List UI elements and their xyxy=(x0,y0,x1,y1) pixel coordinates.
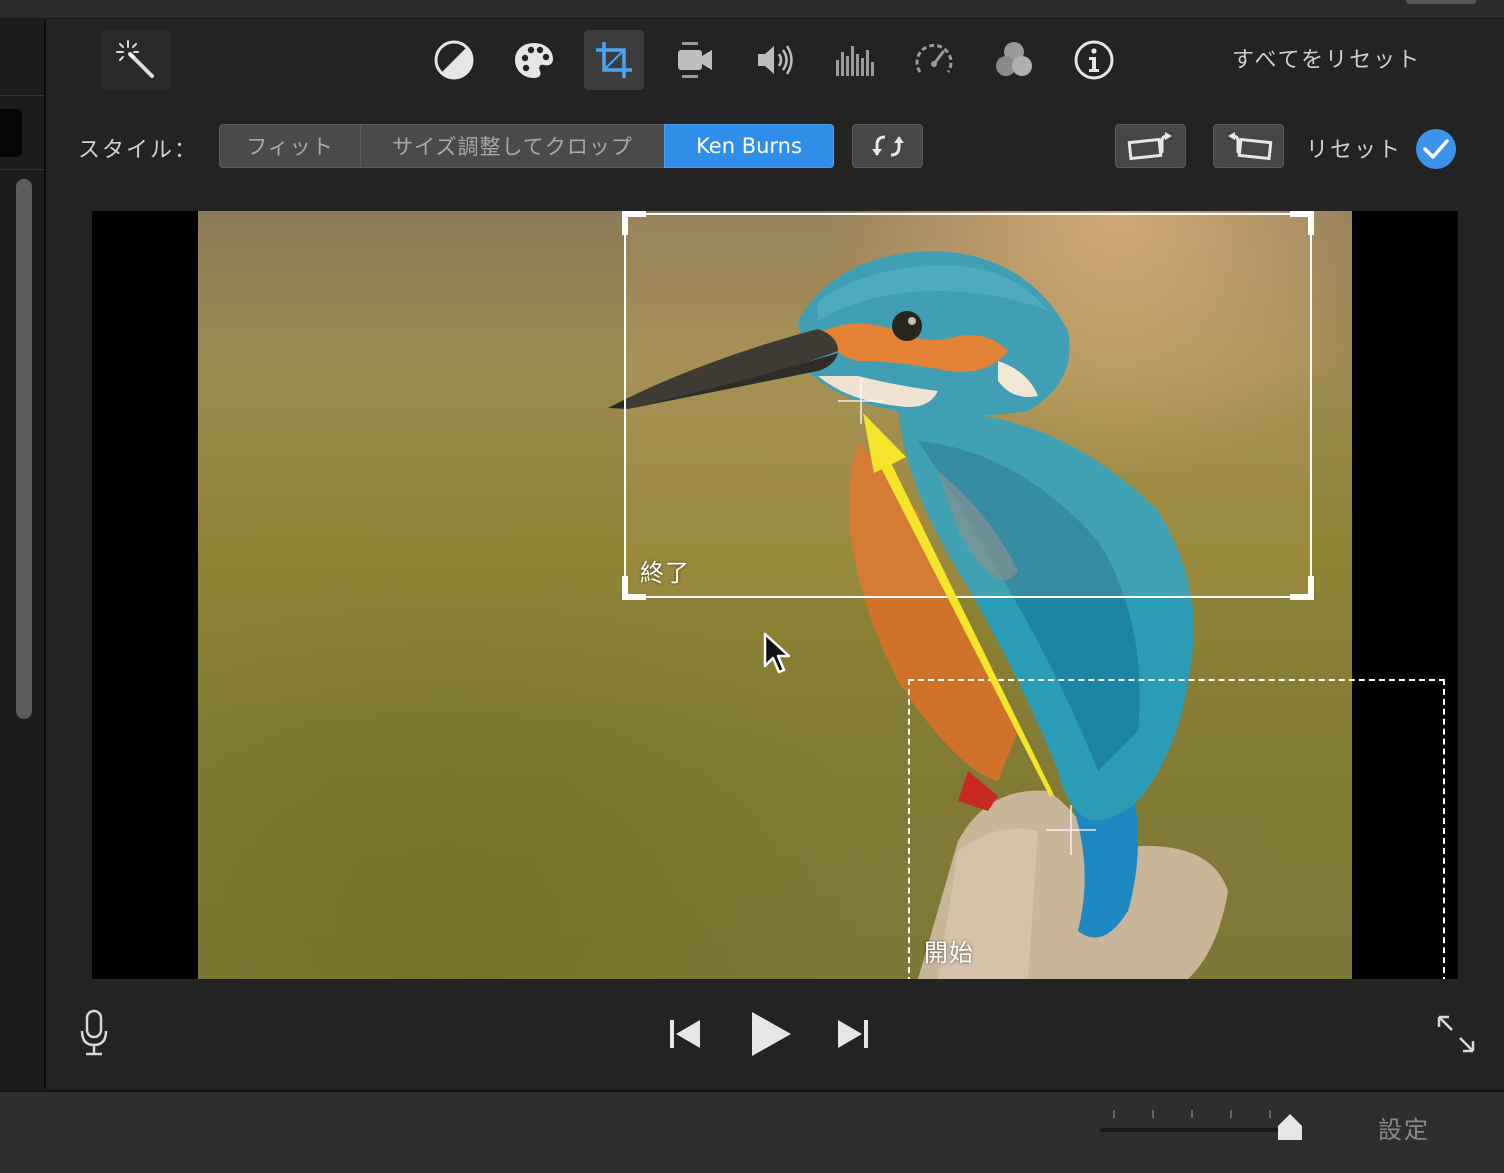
rotate-clockwise-icon xyxy=(1127,132,1172,161)
voiceover-button[interactable] xyxy=(74,1008,114,1058)
sidebar-selected-block[interactable] xyxy=(0,109,22,157)
sidebar-divider xyxy=(0,95,44,96)
play-icon xyxy=(752,1012,791,1056)
video-filter-button[interactable] xyxy=(984,30,1044,90)
microphone-icon xyxy=(80,1009,108,1056)
end-frame-handle-top-left[interactable] xyxy=(622,211,646,235)
apply-button[interactable] xyxy=(1416,129,1456,169)
swap-start-end-button[interactable] xyxy=(852,124,923,168)
zoom-slider-track[interactable] xyxy=(1100,1128,1292,1132)
color-balance-icon xyxy=(434,40,474,80)
stabilization-camera-icon xyxy=(678,42,712,78)
ken-burns-end-frame[interactable]: 終了 xyxy=(622,211,1314,600)
rotate-clockwise-button[interactable] xyxy=(1115,124,1186,168)
settings-button[interactable]: 設定 xyxy=(1378,1110,1430,1145)
rotate-counterclockwise-icon xyxy=(1227,132,1272,161)
skip-back-icon xyxy=(670,1020,700,1048)
ken-burns-start-frame[interactable]: 開始 xyxy=(908,679,1445,979)
skip-forward-button[interactable] xyxy=(830,1012,876,1056)
reset-button[interactable]: リセット xyxy=(1306,132,1402,164)
end-frame-label: 終了 xyxy=(640,559,690,587)
end-frame-handle-bottom-right[interactable] xyxy=(1290,576,1314,600)
skip-forward-icon xyxy=(838,1020,868,1048)
fullscreen-button[interactable] xyxy=(1432,1010,1480,1058)
color-palette-icon xyxy=(515,43,553,78)
sidebar-divider xyxy=(0,169,44,170)
speed-button[interactable] xyxy=(904,30,964,90)
info-icon xyxy=(1074,40,1114,80)
video-filter-icon xyxy=(996,42,1032,76)
sidebar-scrollbar[interactable] xyxy=(16,179,32,719)
crop-button[interactable] xyxy=(584,30,644,90)
color-balance-button[interactable] xyxy=(424,30,484,90)
checkmark-icon xyxy=(1423,139,1449,159)
skip-back-button[interactable] xyxy=(662,1012,708,1056)
window-top-strip xyxy=(0,0,1504,19)
video-viewer[interactable]: 終了 開始 xyxy=(92,211,1458,979)
kingfisher-photo: 終了 開始 xyxy=(198,211,1445,979)
crop-icon xyxy=(596,42,632,78)
top-strip-handle xyxy=(1406,0,1476,4)
equalizer-icon xyxy=(836,46,874,76)
stabilization-button[interactable] xyxy=(664,30,724,90)
info-button[interactable] xyxy=(1064,30,1124,90)
left-sidebar xyxy=(0,19,46,1089)
zoom-slider-ticks xyxy=(1113,1110,1271,1118)
magic-wand-button[interactable] xyxy=(101,30,171,90)
reset-all-button[interactable]: すべてをリセット xyxy=(1232,42,1421,74)
color-correction-button[interactable] xyxy=(504,30,564,90)
swap-arrows-icon xyxy=(871,135,904,157)
style-ken-burns-segment[interactable]: Ken Burns xyxy=(664,124,834,168)
style-crop-to-fill-segment[interactable]: サイズ調整してクロップ xyxy=(360,124,665,168)
volume-icon xyxy=(758,45,793,75)
style-fit-segment[interactable]: フィット xyxy=(219,124,361,168)
style-label: スタイル： xyxy=(78,138,199,163)
magic-wand-icon xyxy=(116,40,154,78)
speed-gauge-icon xyxy=(915,43,953,73)
rotate-counterclockwise-button[interactable] xyxy=(1213,124,1284,168)
start-frame-label: 開始 xyxy=(924,939,974,967)
play-button[interactable] xyxy=(742,1006,798,1062)
volume-button[interactable] xyxy=(744,30,804,90)
expand-arrows-icon xyxy=(1437,1015,1475,1053)
equalizer-button[interactable] xyxy=(824,30,884,90)
zoom-slider-thumb[interactable] xyxy=(1276,1112,1304,1142)
end-frame-handle-top-right[interactable] xyxy=(1290,211,1314,235)
mouse-cursor-icon xyxy=(763,632,791,674)
